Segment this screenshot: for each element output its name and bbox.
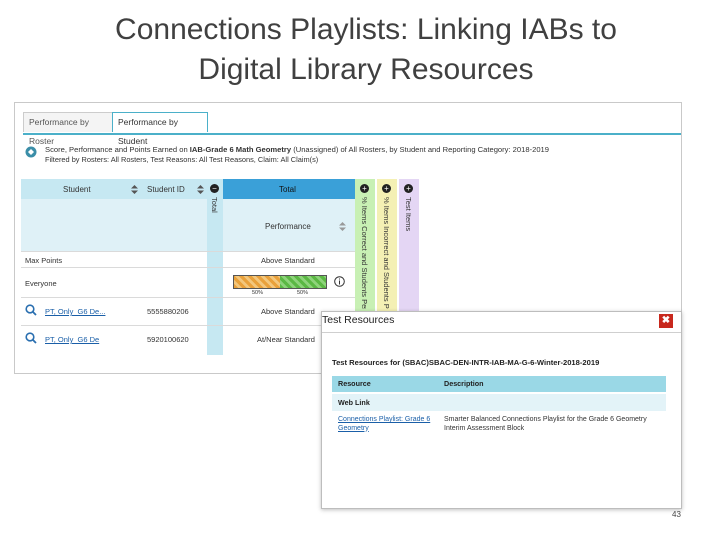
page-number: 43 <box>672 510 681 519</box>
student-id: 5555880206 <box>147 307 189 316</box>
slide-title: Connections Playlists: Linking IABs to D… <box>0 10 720 90</box>
col-header-description: Description <box>444 379 484 388</box>
plus-circle-icon[interactable]: + <box>404 184 413 193</box>
grid-subheader <box>21 199 207 251</box>
sort-icon[interactable] <box>131 185 138 194</box>
col-header-resource: Resource <box>338 379 371 388</box>
filter-text: Filtered by Rosters: All Rosters, Test R… <box>45 155 319 164</box>
report-tabs: Performance by Roster Performance by Stu… <box>23 110 681 146</box>
everyone-label: Everyone <box>25 279 57 288</box>
group-label: Web Link <box>338 398 370 407</box>
performance-bar-segment-left <box>234 276 280 288</box>
resource-description-line2: Interim Assessment Block <box>444 424 525 432</box>
modal-title: Test Resources <box>322 314 395 326</box>
student-performance: At/Near Standard <box>257 335 315 344</box>
report-icon <box>25 146 37 158</box>
minus-circle-icon[interactable]: − <box>210 184 219 193</box>
student-performance: Above Standard <box>261 307 315 316</box>
search-icon[interactable] <box>25 304 37 316</box>
resource-link-line2[interactable]: Geometry <box>338 425 430 434</box>
modal-divider <box>322 332 681 333</box>
search-icon[interactable] <box>25 332 37 344</box>
performance-bar-segment-right <box>280 276 326 288</box>
col-header-student-id[interactable]: Student ID <box>147 185 185 194</box>
description-suffix: (Unassigned) of All Rosters, by Student … <box>291 145 549 154</box>
performance-bar[interactable] <box>233 275 327 289</box>
test-resources-modal: Test Resources ✖ Test Resources for (SBA… <box>321 311 682 509</box>
sort-icon[interactable] <box>339 222 346 231</box>
student-name-link[interactable]: PT, Only_G6 De... <box>45 307 105 316</box>
resource-description-line1: Smarter Balanced Connections Playlist fo… <box>444 416 647 423</box>
plus-circle-icon[interactable]: + <box>382 184 391 193</box>
max-points-value: Above Standard <box>261 256 315 265</box>
col-header-student[interactable]: Student <box>63 185 91 194</box>
plus-circle-icon[interactable]: + <box>360 184 369 193</box>
max-points-label: Max Points <box>25 256 63 265</box>
resources-table-header: Resource Description <box>332 376 666 392</box>
info-icon[interactable] <box>334 276 345 287</box>
sort-icon[interactable] <box>197 185 204 194</box>
description-text: Score, Performance and Points Earned on … <box>45 145 549 154</box>
report-description: Score, Performance and Points Earned on … <box>23 143 673 167</box>
divider <box>21 267 355 268</box>
tab-performance-by-roster[interactable]: Performance by Roster <box>23 112 115 146</box>
resource-link-line1[interactable]: Connections Playlist: Grade 6 <box>338 416 430 425</box>
divider <box>21 325 355 326</box>
slide-title-line1: Connections Playlists: Linking IABs to <box>115 13 617 46</box>
bar-left-pct: 50% <box>252 290 264 296</box>
col-header-pct2: % Items Incorrect and Students Perfor... <box>382 197 391 309</box>
col-header-pct: % Items Correct and Students Perfor... <box>360 197 369 309</box>
slide-title-line2: Digital Library Resources <box>198 53 534 86</box>
student-id: 5920100620 <box>147 335 189 344</box>
student-name-link[interactable]: PT, Only_G6 De <box>45 335 99 344</box>
col-header-total[interactable]: Total <box>279 185 296 194</box>
bar-right-pct: 50% <box>297 290 309 296</box>
description-assessment: IAB-Grade 6 Math Geometry <box>189 145 292 154</box>
divider <box>21 251 355 252</box>
col-header-total-vertical: Total <box>210 197 219 213</box>
divider <box>21 297 355 298</box>
col-header-test-items: Test Items <box>404 197 413 232</box>
modal-subtitle: Test Resources for (SBAC)SBAC-DEN-INTR-I… <box>332 358 600 367</box>
resources-group-web-link: Web Link <box>332 394 666 411</box>
table-row: Connections Playlist: Grade 6 Geometry S… <box>332 412 666 438</box>
tab-performance-by-student[interactable]: Performance by Student <box>112 112 208 146</box>
resource-link[interactable]: Connections Playlist: Grade 6 Geometry <box>338 416 430 433</box>
close-icon[interactable]: ✖ <box>659 314 673 328</box>
performance-header: Performance <box>265 222 311 231</box>
resource-description: Smarter Balanced Connections Playlist fo… <box>444 416 647 433</box>
description-prefix: Score, Performance and Points Earned on <box>45 145 190 154</box>
